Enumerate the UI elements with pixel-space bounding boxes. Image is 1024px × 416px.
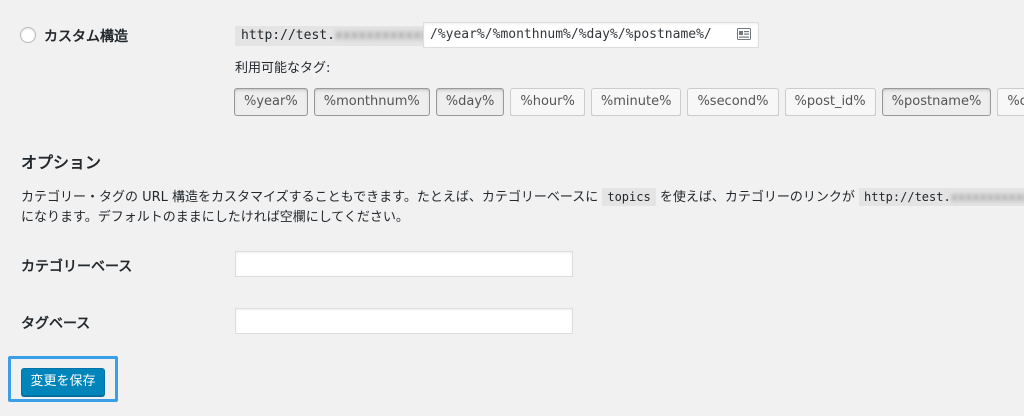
save-changes-button[interactable]: 変更を保存 [21, 368, 105, 396]
options-desc-text2: を使えば、カテゴリーのリンクが [659, 190, 855, 205]
options-description-line2: になります。デフォルトのままにしたければ空欄にしてください。 [21, 210, 409, 225]
options-heading: オプション [21, 153, 102, 172]
custom-structure-value: /%year%/%monthnum%/%day%/%postname%/ [430, 27, 712, 42]
tag-button-year[interactable]: %year% [234, 88, 308, 116]
tag-button-minute[interactable]: %minute% [590, 88, 682, 116]
options-desc-url-obscured: xxxxxxxxxxxxxx/t [950, 190, 1024, 204]
tag-button-category[interactable]: %category% [997, 88, 1024, 116]
permalink-prefix-host: http://test. [241, 28, 335, 43]
tag-button-second[interactable]: %second% [687, 88, 779, 116]
available-tags-list: %year% %monthnum% %day% %hour% %minute% %seco… [234, 88, 1024, 116]
custom-structure-label: カスタム構造 [44, 29, 128, 45]
tag-base-input[interactable] [235, 308, 573, 334]
tag-button-monthnum[interactable]: %monthnum% [313, 88, 430, 116]
permalink-prefix-obscured: xxxxxxxxxxxx [334, 28, 429, 43]
options-desc-text1: カテゴリー・タグの URL 構造をカスタマイズすることもできます。たとえば、カテ… [21, 190, 599, 205]
tag-button-postname[interactable]: %postname% [881, 88, 992, 116]
tag-button-post-id[interactable]: %post_id% [784, 88, 876, 116]
id-card-icon [737, 28, 751, 40]
permalink-prefix: http://test.xxxxxxxxxxxx [235, 26, 435, 46]
options-description-line1: カテゴリー・タグの URL 構造をカスタマイズすることもできます。たとえば、カテ… [21, 186, 1024, 206]
options-desc-url-host: http://test. [864, 190, 951, 204]
tag-base-label: タグベース [21, 316, 91, 332]
custom-structure-radio[interactable] [20, 27, 36, 43]
custom-structure-input[interactable]: /%year%/%monthnum%/%day%/%postname%/ [423, 22, 759, 48]
tag-button-hour[interactable]: %hour% [510, 88, 585, 116]
tag-button-day[interactable]: %day% [435, 88, 505, 116]
category-base-label: カテゴリーベース [21, 259, 133, 275]
options-desc-code-topics: topics [602, 188, 656, 206]
available-tags-label: 利用可能なタグ: [235, 61, 331, 76]
category-base-input[interactable] [235, 251, 573, 277]
options-desc-code-url: http://test.xxxxxxxxxxxxxx/t [859, 188, 1024, 206]
